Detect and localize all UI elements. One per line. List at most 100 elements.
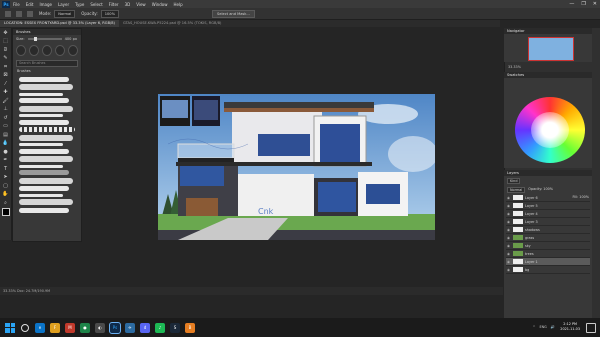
close-icon[interactable]: ✕ bbox=[593, 1, 597, 7]
opacity-field[interactable]: 100% bbox=[100, 9, 119, 18]
menu-layer[interactable]: Layer bbox=[58, 2, 69, 7]
eye-icon[interactable]: ◉ bbox=[506, 252, 511, 256]
taskbar-app-spotify-icon[interactable]: ♪ bbox=[155, 322, 165, 333]
eye-icon[interactable]: ◉ bbox=[506, 204, 511, 208]
notification-icon[interactable] bbox=[586, 323, 596, 333]
eye-icon[interactable]: ◉ bbox=[506, 236, 511, 240]
eye-icon[interactable]: ◉ bbox=[506, 196, 511, 200]
eye-icon[interactable]: ◉ bbox=[506, 244, 511, 248]
menu-3d[interactable]: 3D bbox=[125, 2, 131, 7]
zoom-tool-icon[interactable]: ⌕ bbox=[2, 200, 9, 207]
brush-group-label[interactable]: Brushes bbox=[13, 69, 81, 74]
brush-size-slider[interactable] bbox=[27, 37, 62, 41]
eyedropper-tool-icon[interactable]: ⁄ bbox=[2, 81, 9, 88]
quick-select-tool-icon[interactable]: ✎ bbox=[2, 55, 9, 62]
taskbar-app-edge-icon[interactable]: e bbox=[35, 322, 45, 333]
layers-kind-filter[interactable]: Kind bbox=[507, 178, 521, 184]
taskbar-app-photoshop-icon[interactable]: Ps bbox=[109, 321, 121, 334]
brush-stroke-preview[interactable] bbox=[19, 207, 69, 213]
select-and-mask-button[interactable]: Select and Mask... bbox=[212, 10, 255, 18]
move-tool-icon[interactable]: ✥ bbox=[2, 30, 9, 37]
tray-language[interactable]: ENG bbox=[539, 325, 546, 329]
layer-row-selected[interactable]: ◉ Layer 1 bbox=[506, 258, 590, 266]
maximize-icon[interactable]: ❐ bbox=[581, 1, 585, 7]
brush-stroke-preview[interactable] bbox=[19, 98, 69, 103]
color-wheel-center[interactable] bbox=[531, 112, 569, 148]
history-brush-tool-icon[interactable]: ↺ bbox=[2, 115, 9, 122]
home-icon[interactable] bbox=[5, 10, 11, 17]
document-canvas[interactable]: Cnk bbox=[158, 94, 435, 240]
brush-tool-icon[interactable]: 🖌 bbox=[2, 98, 9, 105]
brush-stroke-preview[interactable] bbox=[19, 134, 73, 141]
foreground-color-swatch[interactable] bbox=[2, 208, 10, 216]
navigator-thumbnail[interactable] bbox=[528, 37, 574, 61]
healing-brush-tool-icon[interactable]: ✚ bbox=[2, 89, 9, 96]
brush-stroke-preview[interactable] bbox=[19, 186, 69, 191]
eye-icon[interactable]: ◉ bbox=[506, 228, 511, 232]
brush-stroke-preview[interactable] bbox=[19, 177, 73, 184]
eye-icon[interactable]: ◉ bbox=[506, 212, 511, 216]
brush-stroke-preview[interactable] bbox=[19, 105, 73, 112]
menu-filter[interactable]: Filter bbox=[109, 2, 119, 7]
menu-image[interactable]: Image bbox=[39, 2, 52, 7]
brush-stroke-preview[interactable] bbox=[19, 148, 69, 154]
brush-stroke-preview[interactable] bbox=[19, 170, 69, 175]
volume-icon[interactable]: 🔊 bbox=[551, 325, 555, 329]
brush-stroke-preview[interactable] bbox=[19, 156, 73, 162]
tab-gtas-house[interactable]: GTAS_HOUSE.KWA.P5224.psd @ 16.5% (TOKIS,… bbox=[118, 20, 226, 27]
layer-row[interactable]: ◉ sky bbox=[506, 242, 590, 250]
taskbar-app-chrome-icon[interactable]: ● bbox=[80, 322, 90, 333]
mode-dropdown[interactable]: Normal bbox=[54, 9, 76, 18]
menu-type[interactable]: Type bbox=[75, 2, 84, 7]
layer-row[interactable]: ◉ Layer 6 bbox=[506, 194, 590, 202]
taskbar-app-blender-icon[interactable]: B bbox=[185, 322, 195, 333]
search-icon[interactable] bbox=[21, 323, 29, 332]
brush-stroke-preview[interactable] bbox=[19, 114, 63, 117]
eye-icon[interactable]: ◉ bbox=[506, 260, 511, 264]
windows-start-icon[interactable] bbox=[5, 322, 15, 333]
brush-stroke-preview[interactable] bbox=[19, 76, 69, 82]
menu-file[interactable]: File bbox=[13, 2, 20, 7]
menu-select[interactable]: Select bbox=[90, 2, 102, 7]
brush-stroke-preview[interactable] bbox=[19, 199, 73, 205]
brush-preset[interactable] bbox=[16, 45, 26, 56]
path-selection-tool-icon[interactable]: ➤ bbox=[2, 174, 9, 181]
brush-size-icon[interactable] bbox=[27, 10, 33, 17]
blur-tool-icon[interactable]: 💧 bbox=[2, 140, 9, 147]
brush-stroke-preview[interactable] bbox=[19, 84, 73, 90]
brush-search-input[interactable]: Search Brushes bbox=[16, 60, 78, 67]
brush-preset[interactable] bbox=[42, 45, 52, 56]
brush-tool-preset-icon[interactable] bbox=[16, 10, 22, 17]
pen-tool-icon[interactable]: ✒ bbox=[2, 157, 9, 164]
taskbar-app-mail-icon[interactable]: M bbox=[65, 322, 75, 333]
layer-row[interactable]: ◉ trees bbox=[506, 250, 590, 258]
lasso-tool-icon[interactable]: ᘐ bbox=[2, 47, 9, 54]
eraser-tool-icon[interactable]: ▭ bbox=[2, 123, 9, 130]
shape-tool-icon[interactable]: ▢ bbox=[2, 183, 9, 190]
brush-stroke-preview[interactable] bbox=[19, 119, 69, 125]
menu-edit[interactable]: Edit bbox=[26, 2, 34, 7]
gradient-tool-icon[interactable]: ▤ bbox=[2, 132, 9, 139]
layer-row[interactable]: ◉ Layer 4 bbox=[506, 210, 590, 218]
brush-stroke-preview[interactable] bbox=[19, 143, 63, 146]
layer-row[interactable]: ◉ bg bbox=[506, 266, 590, 274]
eye-icon[interactable]: ◉ bbox=[506, 268, 511, 272]
brush-stroke-preview[interactable] bbox=[19, 164, 63, 168]
menu-window[interactable]: Window bbox=[152, 2, 168, 7]
type-tool-icon[interactable]: T bbox=[2, 166, 9, 173]
layer-row[interactable]: ◉ shadows bbox=[506, 226, 590, 234]
taskbar-app-telegram-icon[interactable]: ✈ bbox=[125, 322, 135, 333]
tab-location-essex[interactable]: LOCATION: ESSEX FRONTYARD.psd @ 33.3% (L… bbox=[0, 20, 119, 27]
layers-opacity[interactable]: Opacity: 100% bbox=[528, 187, 553, 193]
menu-view[interactable]: View bbox=[136, 2, 146, 7]
brush-preset[interactable] bbox=[29, 45, 39, 56]
taskbar-clock[interactable]: 2:12 PM 2021-11-03 bbox=[560, 322, 580, 331]
clone-stamp-tool-icon[interactable]: ⊥ bbox=[2, 106, 9, 113]
layer-row[interactable]: ◉ Layer 5 bbox=[506, 202, 590, 210]
tray-overflow-icon[interactable]: ^ bbox=[533, 325, 536, 329]
marquee-tool-icon[interactable]: ⬚ bbox=[2, 38, 9, 45]
brush-stroke-preview[interactable] bbox=[19, 193, 63, 197]
taskbar-app-obs-icon[interactable]: ◐ bbox=[95, 322, 105, 333]
crop-tool-icon[interactable]: ⌗ bbox=[2, 64, 9, 71]
menu-help[interactable]: Help bbox=[173, 2, 182, 7]
